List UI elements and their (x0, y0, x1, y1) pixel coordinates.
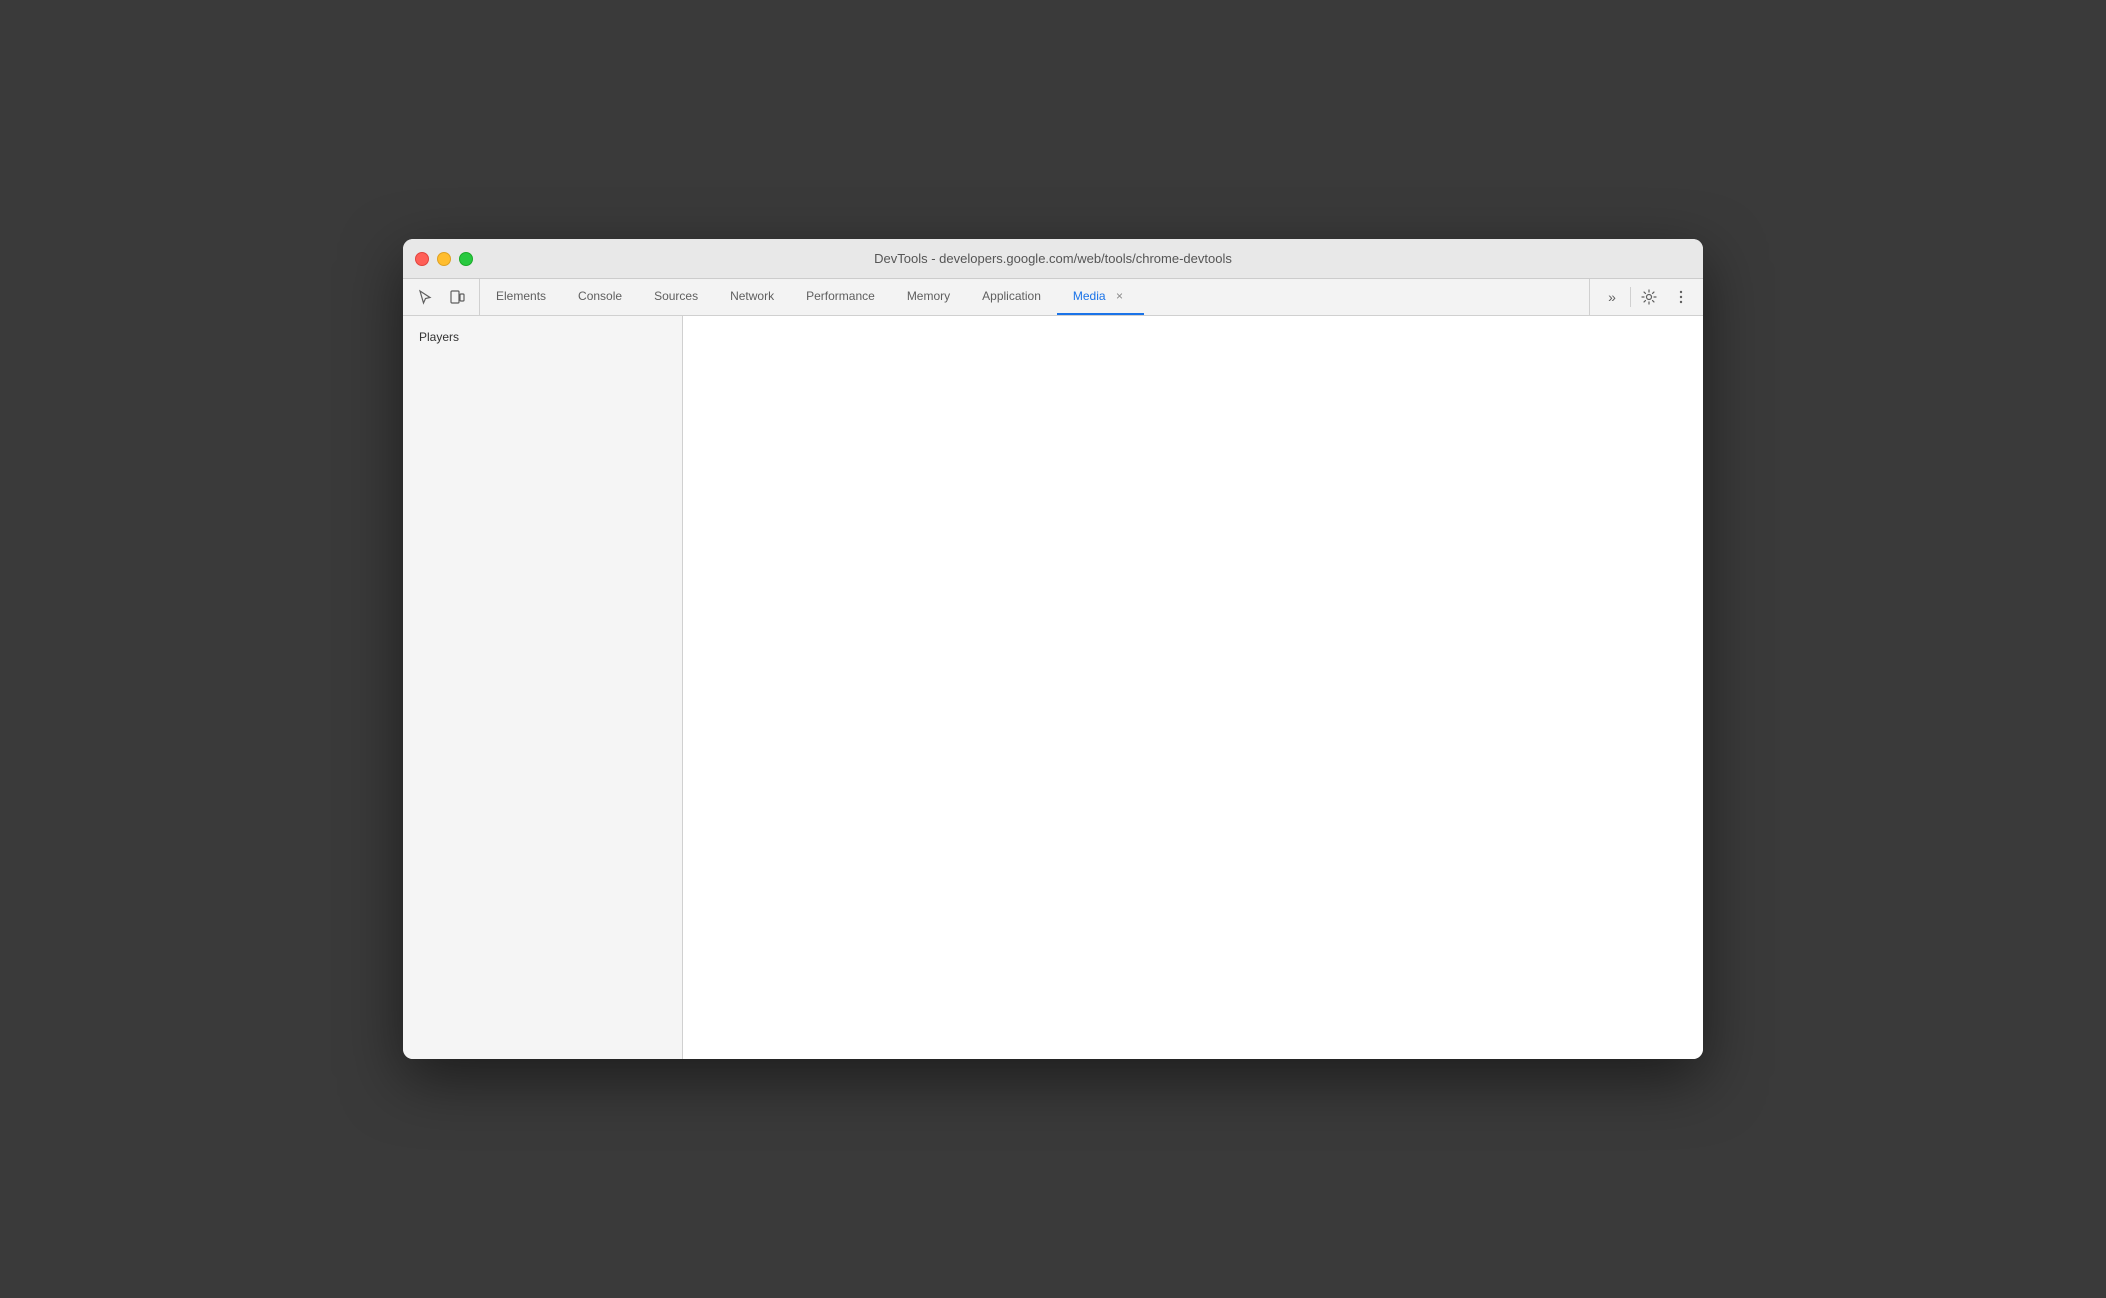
tab-elements[interactable]: Elements (480, 279, 562, 315)
tab-console[interactable]: Console (562, 279, 638, 315)
separator (1630, 287, 1631, 307)
device-toggle-button[interactable] (443, 283, 471, 311)
gear-icon (1641, 289, 1657, 305)
devtools-window: DevTools - developers.google.com/web/too… (403, 239, 1703, 1059)
devtools-toolbar: Elements Console Sources Network Perform… (403, 279, 1703, 316)
inspect-element-button[interactable] (411, 283, 439, 311)
maximize-button[interactable] (459, 252, 473, 266)
main-content-panel (683, 316, 1703, 1059)
tab-media[interactable]: Media × (1057, 279, 1144, 315)
toolbar-icons (403, 279, 480, 315)
tab-memory[interactable]: Memory (891, 279, 966, 315)
tab-performance[interactable]: Performance (790, 279, 891, 315)
ellipsis-vertical-icon (1673, 289, 1689, 305)
cursor-icon (417, 289, 433, 305)
sidebar-panel: Players (403, 316, 683, 1059)
toolbar-right: » (1589, 279, 1703, 315)
tab-close-media[interactable]: × (1112, 288, 1128, 304)
window-controls (415, 252, 473, 266)
minimize-button[interactable] (437, 252, 451, 266)
tab-application[interactable]: Application (966, 279, 1057, 315)
tabs-bar: Elements Console Sources Network Perform… (480, 279, 1589, 315)
close-button[interactable] (415, 252, 429, 266)
more-options-button[interactable] (1667, 283, 1695, 311)
overflow-button[interactable]: » (1598, 283, 1626, 311)
sidebar-players-label: Players (403, 324, 682, 350)
titlebar: DevTools - developers.google.com/web/too… (403, 239, 1703, 279)
tab-sources[interactable]: Sources (638, 279, 714, 315)
window-title: DevTools - developers.google.com/web/too… (874, 251, 1232, 266)
devtools-content: Players (403, 316, 1703, 1059)
tab-network[interactable]: Network (714, 279, 790, 315)
device-icon (449, 289, 465, 305)
settings-button[interactable] (1635, 283, 1663, 311)
